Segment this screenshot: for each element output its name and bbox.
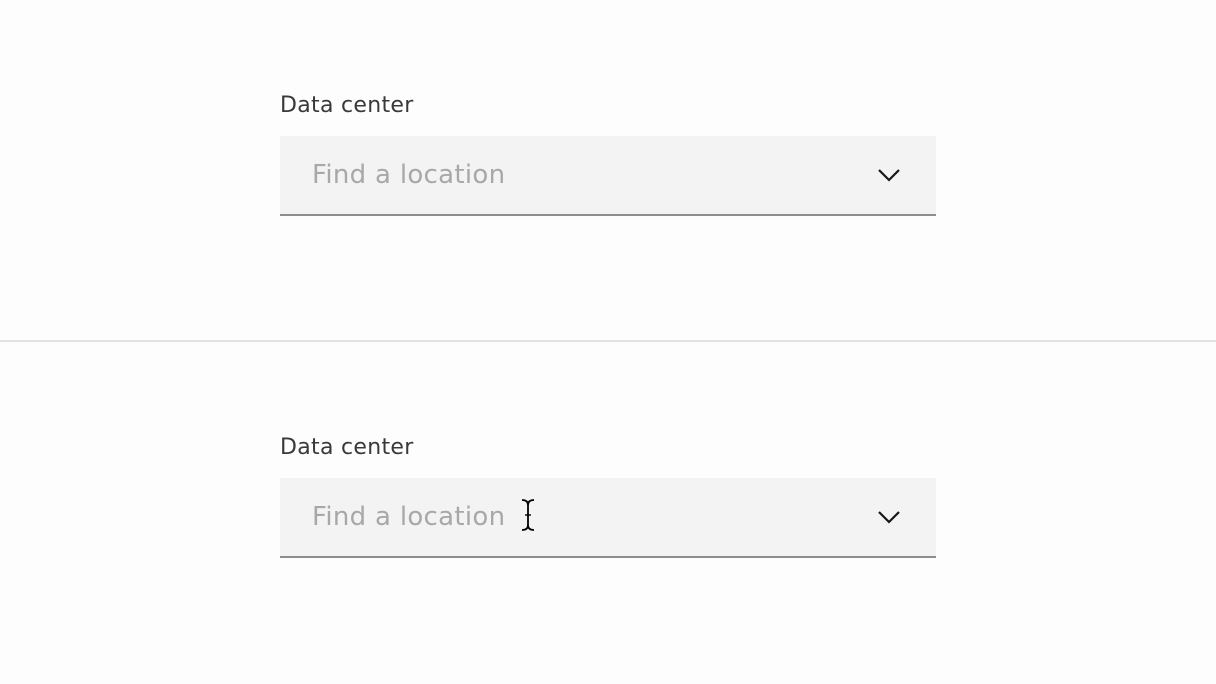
- chevron-down-icon[interactable]: [876, 163, 902, 187]
- find-location-input[interactable]: [280, 136, 860, 214]
- data-center-label: Data center: [280, 93, 414, 118]
- data-center-combobox[interactable]: [280, 478, 936, 558]
- chevron-down-icon[interactable]: [876, 505, 902, 529]
- combobox-example-default: Data center: [0, 0, 1216, 341]
- combobox-example-hover: Data center: [0, 342, 1216, 683]
- data-center-label: Data center: [280, 435, 414, 460]
- data-center-combobox[interactable]: [280, 136, 936, 216]
- find-location-input[interactable]: [280, 478, 860, 556]
